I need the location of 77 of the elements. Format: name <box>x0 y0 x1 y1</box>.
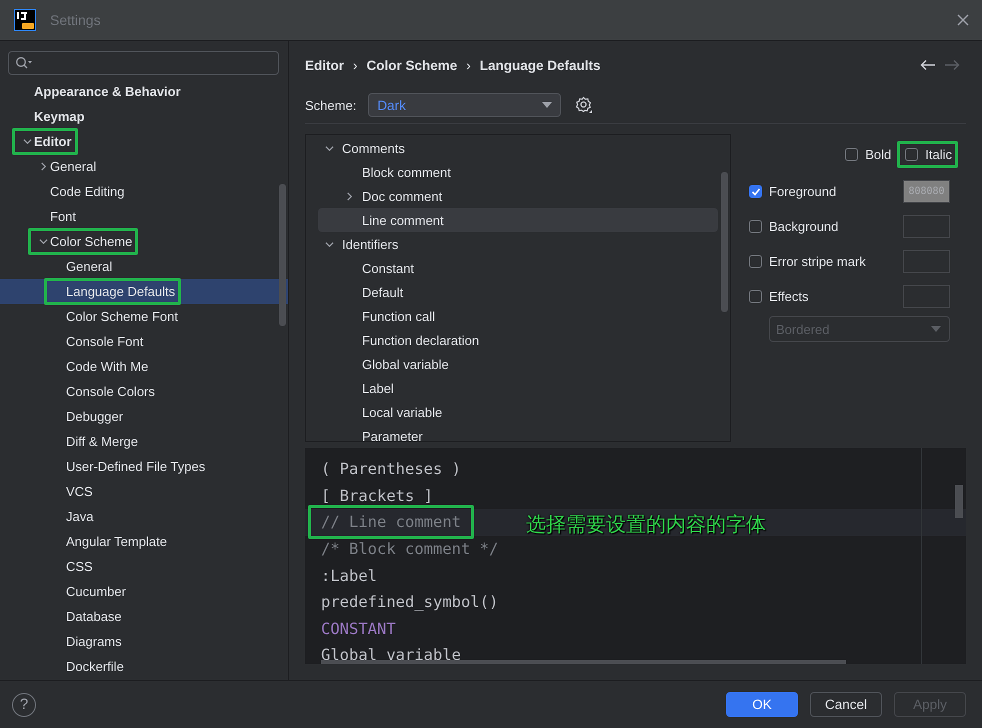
sidebar-item[interactable]: Keymap <box>0 104 288 129</box>
code-line: Global variable <box>321 646 461 664</box>
checkbox[interactable]: Bold <box>845 146 892 162</box>
tree-item[interactable]: Comments <box>318 136 718 160</box>
code-line: CONSTANT <box>321 620 396 638</box>
sidebar-item[interactable]: Appearance & Behavior <box>0 79 288 104</box>
tree-item[interactable]: Line comment <box>318 208 718 232</box>
sidebar-item[interactable]: Debugger <box>0 404 288 429</box>
window-title: Settings <box>50 12 102 28</box>
tree-item[interactable]: Doc comment <box>318 184 718 208</box>
checkbox[interactable]: Italic <box>905 146 952 162</box>
code-line: [ Brackets ] <box>321 486 433 505</box>
tree-item[interactable]: Identifiers <box>318 232 718 256</box>
app-logo-icon <box>14 9 36 31</box>
close-icon <box>956 13 970 27</box>
code-line: /* Block comment */ <box>321 540 498 558</box>
tree-item[interactable]: Block comment <box>318 160 718 184</box>
sidebar-item[interactable]: Code Editing <box>0 179 288 204</box>
breadcrumb-item[interactable]: Language Defaults <box>480 58 601 72</box>
annotation-text: 选择需要设置的内容的字体 <box>526 511 766 538</box>
tree-item[interactable]: Function call <box>318 304 718 328</box>
sidebar-item[interactable]: Angular Template <box>0 529 288 554</box>
code-line: ( Parentheses ) <box>321 460 461 478</box>
scrollbar-thumb[interactable] <box>321 660 846 664</box>
sidebar-item[interactable]: Language Defaults <box>0 279 288 304</box>
scheme-label: Scheme: <box>305 98 356 112</box>
sidebar-item[interactable]: Diagrams <box>0 629 288 654</box>
color-swatch[interactable] <box>903 250 950 273</box>
tree-item[interactable]: Label <box>318 376 718 400</box>
code-line: // Line comment <box>321 513 461 532</box>
sidebar-item[interactable]: User-Defined File Types <box>0 454 288 479</box>
dialog-button[interactable]: Cancel <box>810 692 882 717</box>
sidebar-item[interactable]: General <box>0 154 288 179</box>
code-line: predefined_symbol() <box>321 593 498 612</box>
tree-item[interactable]: Global variable <box>318 352 718 376</box>
code-line: :Label <box>321 566 377 585</box>
breadcrumb-separator: › <box>353 58 358 72</box>
scrollbar-thumb[interactable] <box>279 184 286 326</box>
sidebar-item[interactable]: Database <box>0 604 288 629</box>
scrollbar-thumb[interactable] <box>721 172 728 312</box>
sidebar-item[interactable]: Cucumber <box>0 579 288 604</box>
dropdown-arrow-icon <box>542 102 552 108</box>
sidebar-item[interactable]: Java <box>0 504 288 529</box>
sidebar-item[interactable]: Console Font <box>0 329 288 354</box>
breadcrumb-item[interactable]: Color Scheme <box>366 58 458 72</box>
sidebar-item[interactable]: CSS <box>0 554 288 579</box>
dialog-button[interactable]: OK <box>726 692 798 717</box>
sidebar-item[interactable]: VCS <box>0 479 288 504</box>
sidebar-item[interactable]: Console Colors <box>0 379 288 404</box>
color-swatch[interactable] <box>903 285 950 308</box>
sidebar-item[interactable]: General <box>0 254 288 279</box>
help-button[interactable]: ? <box>12 692 36 716</box>
checkbox[interactable]: Error stripe mark <box>749 254 866 269</box>
settings-icon <box>575 96 594 114</box>
breadcrumb-separator: › <box>466 58 471 72</box>
sidebar-item[interactable]: Color Scheme <box>0 229 288 254</box>
sidebar-item[interactable]: Color Scheme Font <box>0 304 288 329</box>
checkbox[interactable]: Effects <box>749 289 809 304</box>
sidebar-item[interactable]: Editor <box>0 129 288 154</box>
search-field[interactable] <box>8 51 279 75</box>
sidebar-item[interactable]: Code With Me <box>0 354 288 379</box>
checkmark-icon <box>750 186 760 196</box>
tree-item[interactable]: Constant <box>318 256 718 280</box>
tree-item[interactable]: Parameter <box>318 424 718 441</box>
sidebar-item[interactable]: Diff & Merge <box>0 429 288 454</box>
tree-item[interactable]: Local variable <box>318 400 718 424</box>
sidebar-item[interactable]: Font <box>0 204 288 229</box>
tree-item[interactable]: Function declaration <box>318 328 718 352</box>
color-swatch[interactable] <box>903 215 950 238</box>
dropdown-arrow-icon <box>931 326 941 332</box>
scrollbar-thumb[interactable] <box>955 485 963 518</box>
search-icon <box>15 56 33 70</box>
checkbox[interactable]: Background <box>749 219 838 234</box>
breadcrumb-item[interactable]: Editor <box>305 58 344 72</box>
tree-item[interactable]: Default <box>318 280 718 304</box>
sidebar-item[interactable]: Dockerfile <box>0 654 288 679</box>
checkbox[interactable]: Foreground <box>749 184 836 199</box>
